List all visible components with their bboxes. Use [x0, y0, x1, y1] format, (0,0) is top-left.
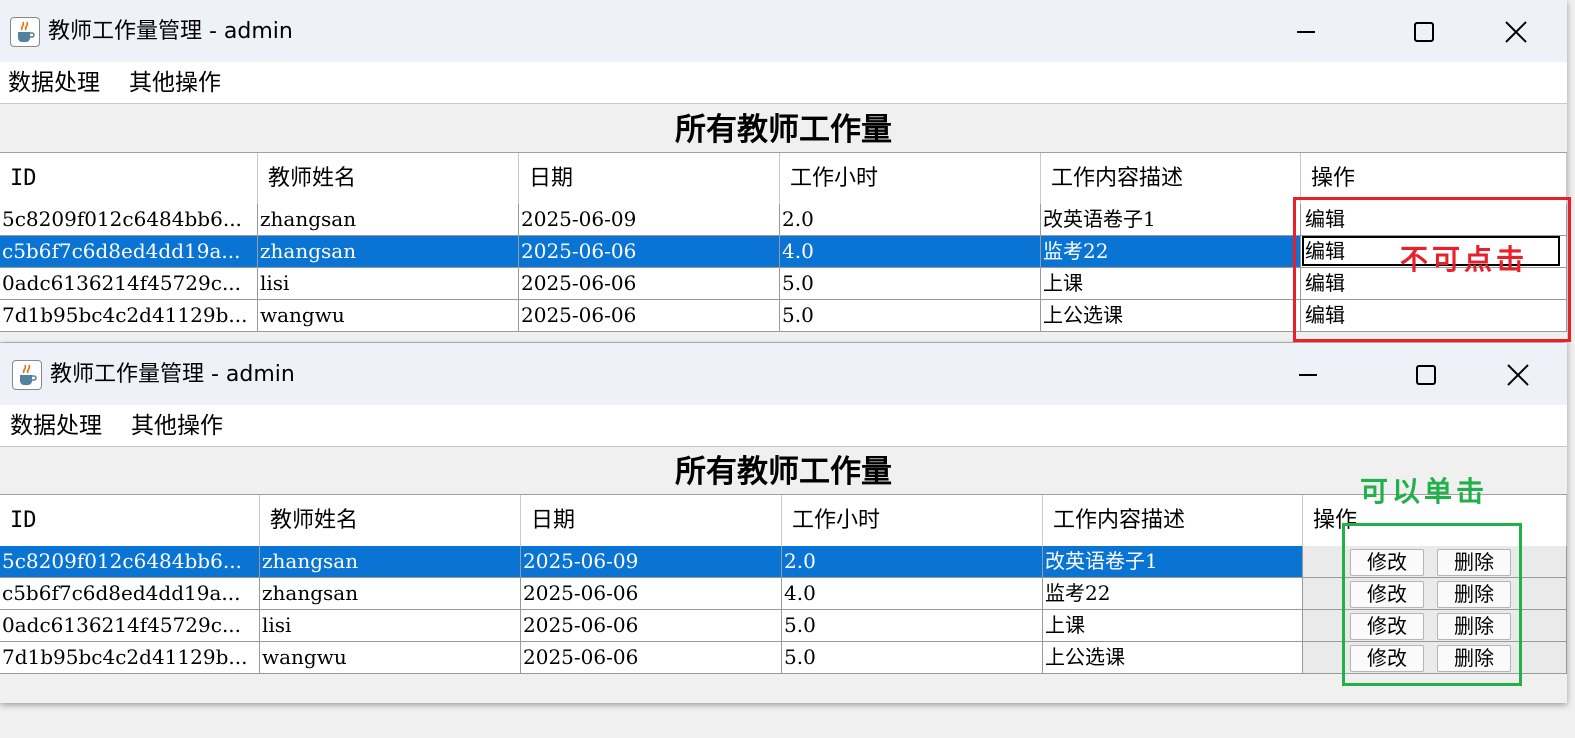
title-bar[interactable]: 教师工作量管理 - admin [0, 343, 1567, 405]
cell-date[interactable]: 2025-06-06 [521, 642, 782, 674]
cell-description[interactable]: 改英语卷子1 [1041, 204, 1301, 236]
menu-other-operations[interactable]: 其他操作 [129, 67, 221, 99]
annotation-clickable: 可以单击 [1360, 475, 1489, 508]
window-title: 教师工作量管理 - admin [48, 19, 293, 44]
cell-id[interactable]: c5b6f7c6d8ed4dd19a... [0, 236, 258, 268]
cell-hours[interactable]: 2.0 [782, 546, 1043, 578]
cell-hours[interactable]: 2.0 [780, 204, 1041, 236]
col-teacher-name-header[interactable]: 教师姓名 [258, 153, 519, 205]
cell-date[interactable]: 2025-06-09 [519, 204, 780, 236]
app-window-2: 教师工作量管理 - admin 数据处理 其他操作 所有教师工作量 ID 教师姓… [0, 343, 1567, 703]
menu-bar: 数据处理 其他操作 [0, 62, 1567, 104]
cell-teacher-name[interactable]: zhangsan [258, 204, 519, 236]
col-hours-header[interactable]: 工作小时 [780, 153, 1041, 205]
cell-hours[interactable]: 4.0 [780, 236, 1041, 268]
cell-id[interactable]: 5c8209f012c6484bb6... [0, 204, 258, 236]
cell-teacher-name[interactable]: zhangsan [260, 578, 521, 610]
maximize-icon[interactable] [1402, 12, 1446, 52]
cell-date[interactable]: 2025-06-06 [521, 578, 782, 610]
close-icon[interactable] [1496, 355, 1540, 395]
page-title: 所有教师工作量 [675, 112, 892, 148]
col-id-header[interactable]: ID [0, 495, 260, 547]
table-row[interactable]: 0adc6136214f45729c... lisi 2025-06-06 5.… [0, 610, 1567, 642]
cell-teacher-name[interactable]: zhangsan [258, 236, 519, 268]
minimize-icon[interactable] [1284, 12, 1328, 52]
col-hours-header[interactable]: 工作小时 [782, 495, 1043, 547]
cell-description[interactable]: 监考22 [1043, 578, 1303, 610]
col-date-header[interactable]: 日期 [519, 153, 780, 205]
cell-description[interactable]: 上公选课 [1043, 642, 1303, 674]
annotation-not-clickable: 不可点击 [1400, 243, 1529, 276]
cell-hours[interactable]: 5.0 [782, 642, 1043, 674]
table-row-selected[interactable]: 5c8209f012c6484bb6... zhangsan 2025-06-0… [0, 546, 1567, 578]
table-row[interactable]: c5b6f7c6d8ed4dd19a... zhangsan 2025-06-0… [0, 578, 1567, 610]
cell-hours[interactable]: 4.0 [782, 578, 1043, 610]
close-icon[interactable] [1494, 12, 1538, 52]
col-description-header[interactable]: 工作内容描述 [1041, 153, 1301, 205]
cell-description[interactable]: 上课 [1041, 268, 1301, 300]
cell-teacher-name[interactable]: zhangsan [260, 546, 521, 578]
menu-data-processing[interactable]: 数据处理 [10, 410, 102, 442]
cell-description[interactable]: 上课 [1043, 610, 1303, 642]
cell-description[interactable]: 改英语卷子1 [1043, 546, 1303, 578]
cell-teacher-name[interactable]: wangwu [260, 642, 521, 674]
cell-date[interactable]: 2025-06-06 [519, 300, 780, 332]
cell-id[interactable]: c5b6f7c6d8ed4dd19a... [0, 578, 260, 610]
col-id-header[interactable]: ID [0, 153, 258, 205]
cell-id[interactable]: 0adc6136214f45729c... [0, 268, 258, 300]
cell-hours[interactable]: 5.0 [780, 268, 1041, 300]
table-row[interactable]: 7d1b95bc4c2d41129b... wangwu 2025-06-06 … [0, 642, 1567, 674]
maximize-icon[interactable] [1404, 355, 1448, 395]
java-coffee-icon [10, 17, 40, 47]
java-coffee-icon [12, 360, 42, 390]
col-teacher-name-header[interactable]: 教师姓名 [260, 495, 521, 547]
cell-date[interactable]: 2025-06-09 [521, 546, 782, 578]
table-header: ID 教师姓名 日期 工作小时 工作内容描述 操作 [0, 494, 1567, 547]
cell-id[interactable]: 5c8209f012c6484bb6... [0, 546, 260, 578]
menu-bar: 数据处理 其他操作 [0, 405, 1567, 447]
annotation-green-box [1342, 523, 1522, 686]
col-description-header[interactable]: 工作内容描述 [1043, 495, 1303, 547]
cell-hours[interactable]: 5.0 [780, 300, 1041, 332]
window-title: 教师工作量管理 - admin [50, 362, 295, 387]
cell-id[interactable]: 7d1b95bc4c2d41129b... [0, 642, 260, 674]
col-date-header[interactable]: 日期 [521, 495, 782, 547]
menu-data-processing[interactable]: 数据处理 [8, 67, 100, 99]
minimize-icon[interactable] [1286, 355, 1330, 395]
cell-id[interactable]: 0adc6136214f45729c... [0, 610, 260, 642]
cell-date[interactable]: 2025-06-06 [521, 610, 782, 642]
cell-teacher-name[interactable]: lisi [258, 268, 519, 300]
cell-description[interactable]: 上公选课 [1041, 300, 1301, 332]
cell-date[interactable]: 2025-06-06 [519, 236, 780, 268]
page-title: 所有教师工作量 [675, 454, 892, 490]
cell-teacher-name[interactable]: lisi [260, 610, 521, 642]
title-bar[interactable]: 教师工作量管理 - admin [0, 0, 1567, 62]
menu-other-operations[interactable]: 其他操作 [131, 410, 223, 442]
cell-description[interactable]: 监考22 [1041, 236, 1301, 268]
cell-hours[interactable]: 5.0 [782, 610, 1043, 642]
cell-id[interactable]: 7d1b95bc4c2d41129b... [0, 300, 258, 332]
cell-date[interactable]: 2025-06-06 [519, 268, 780, 300]
cell-teacher-name[interactable]: wangwu [258, 300, 519, 332]
